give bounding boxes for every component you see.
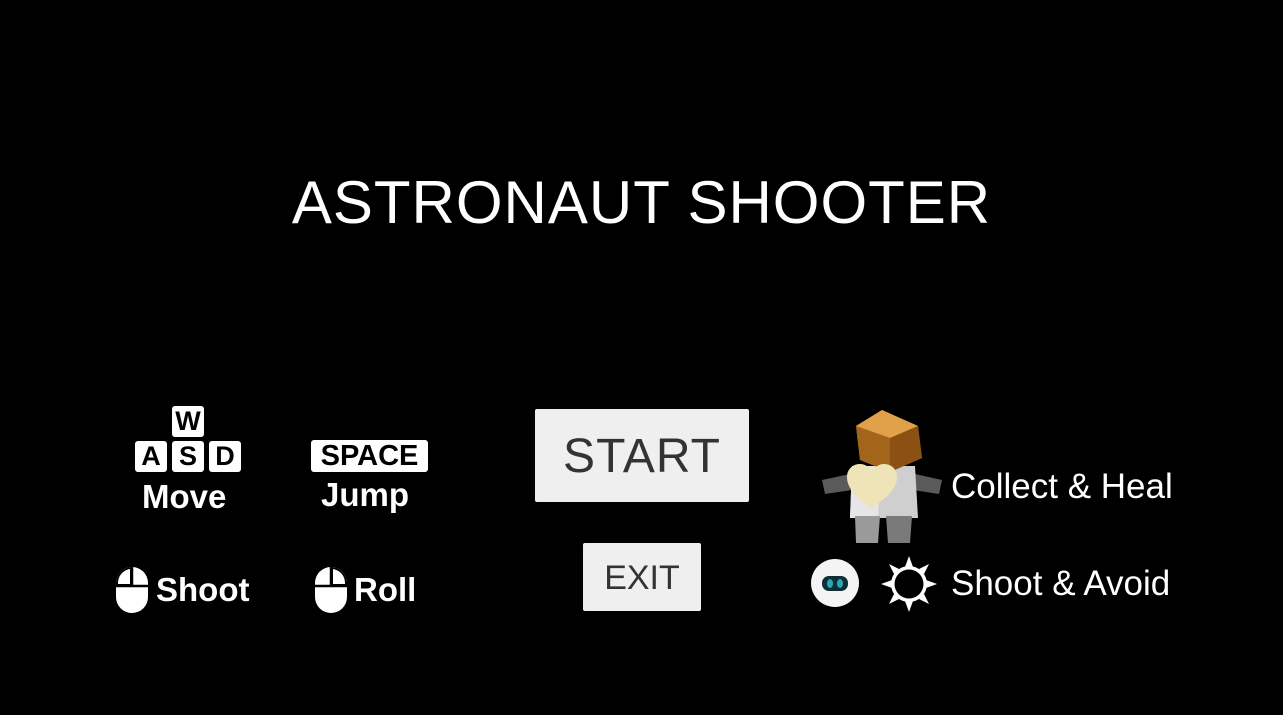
key-a: A [135, 441, 167, 472]
collect-heal-text: Collect & Heal [951, 467, 1173, 506]
move-label: Move [142, 478, 227, 515]
jump-label: Jump [321, 476, 410, 513]
mouse-right-click-icon [315, 567, 347, 613]
heart-icon [847, 464, 897, 508]
start-button[interactable]: START [535, 409, 749, 502]
space-key-label: SPACE [320, 440, 419, 472]
key-d: D [209, 441, 241, 472]
exit-button[interactable]: EXIT [583, 543, 701, 611]
key-space: SPACE [311, 440, 428, 472]
roll-label: Roll [354, 571, 417, 608]
game-title: ASTRONAUT SHOOTER [291, 169, 992, 236]
shoot-avoid-text: Shoot & Avoid [951, 564, 1171, 603]
shoot-label: Shoot [156, 571, 250, 608]
mouse-left-click-icon [116, 567, 148, 613]
key-s: S [172, 441, 204, 472]
spike-mine-icon [881, 556, 937, 612]
key-w: W [172, 406, 204, 437]
drone-enemy-icon [811, 559, 859, 607]
